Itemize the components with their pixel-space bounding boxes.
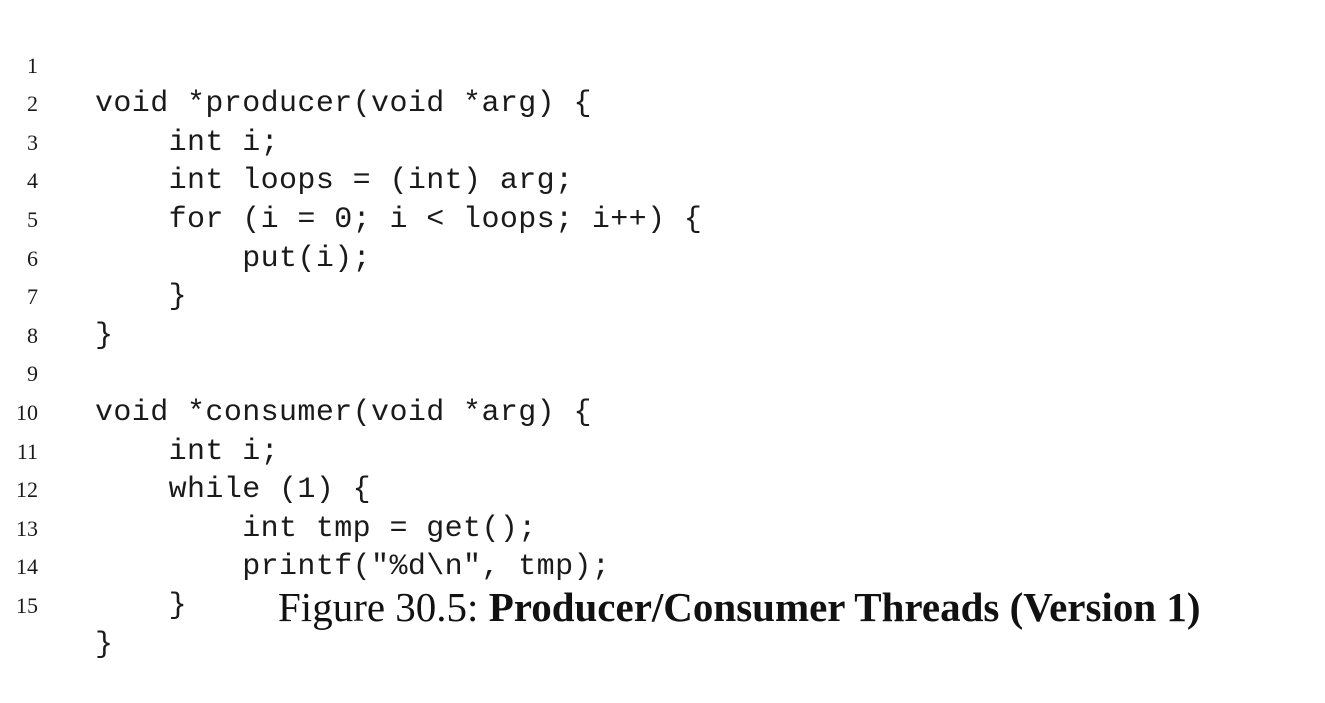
- code-listing: 1 void *producer(void *arg) { 2 int i; 3…: [0, 8, 1325, 662]
- code-line-4: 4 for (i = 0; i < loops; i++) {: [0, 124, 1325, 237]
- code-line-8: 8: [0, 278, 1325, 348]
- code-line-1: 1 void *producer(void *arg) {: [0, 8, 1325, 122]
- code-line-10: 10 int i;: [0, 355, 1325, 469]
- line-code: }: [95, 588, 188, 623]
- figure-title: Producer/Consumer Threads (Version 1): [488, 584, 1201, 630]
- code-line-7: 7 }: [0, 240, 1325, 353]
- code-line-2: 2 int i;: [0, 47, 1325, 160]
- code-line-5: 5 put(i);: [0, 162, 1325, 276]
- line-code: }: [95, 627, 114, 662]
- figure-caption: Figure 30.5: Producer/Consumer Threads (…: [278, 582, 1201, 632]
- code-line-11: 11 while (1) {: [0, 394, 1325, 508]
- code-line-9: 9 void *consumer(void *arg) {: [0, 317, 1325, 430]
- code-line-12: 12 int tmp = get();: [0, 433, 1325, 546]
- code-line-13: 13 printf("%d\n", tmp);: [0, 471, 1325, 585]
- code-line-14: 14 }: [0, 510, 1325, 623]
- line-number: 15: [16, 592, 38, 618]
- code-line-3: 3 int loops = (int) arg;: [0, 85, 1325, 199]
- figure-label: Figure 30.5:: [278, 584, 489, 630]
- code-line-6: 6 }: [0, 201, 1325, 315]
